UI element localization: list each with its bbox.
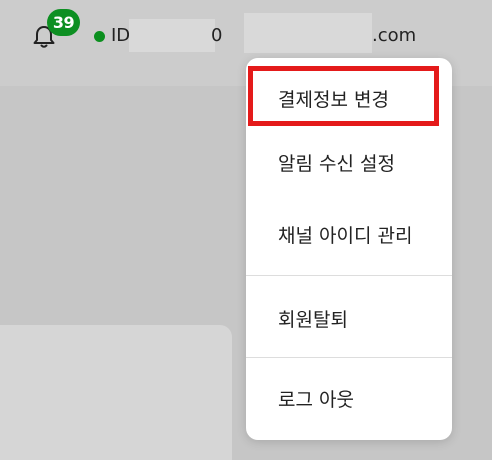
email-suffix: .com [372, 25, 417, 46]
online-status-icon [94, 31, 105, 42]
highlight-box [248, 66, 439, 126]
menu-item-label: 채널 아이디 관리 [278, 225, 413, 247]
menu-divider [246, 275, 452, 276]
menu-item-label: 알림 수신 설정 [278, 153, 395, 175]
menu-item-label: 로그 아웃 [278, 389, 354, 411]
user-id-suffix: 0 [211, 25, 223, 46]
menu-item-withdraw[interactable]: 회원탈퇴 [246, 284, 452, 356]
menu-item-notification-settings[interactable]: 알림 수신 설정 [246, 128, 452, 200]
menu-item-channel-id[interactable]: 채널 아이디 관리 [246, 200, 452, 272]
menu-divider [246, 357, 452, 358]
redacted-user-id [129, 19, 215, 52]
content-card [0, 325, 232, 460]
user-id-prefix: ID [111, 25, 131, 46]
menu-item-logout[interactable]: 로그 아웃 [246, 364, 452, 436]
menu-item-label: 회원탈퇴 [278, 309, 348, 331]
redacted-email [244, 13, 372, 53]
page: 39 ID 0 .com 결제정보 변경 알림 수신 설정 채널 아이디 관리 … [0, 0, 492, 460]
notification-badge: 39 [47, 9, 80, 36]
